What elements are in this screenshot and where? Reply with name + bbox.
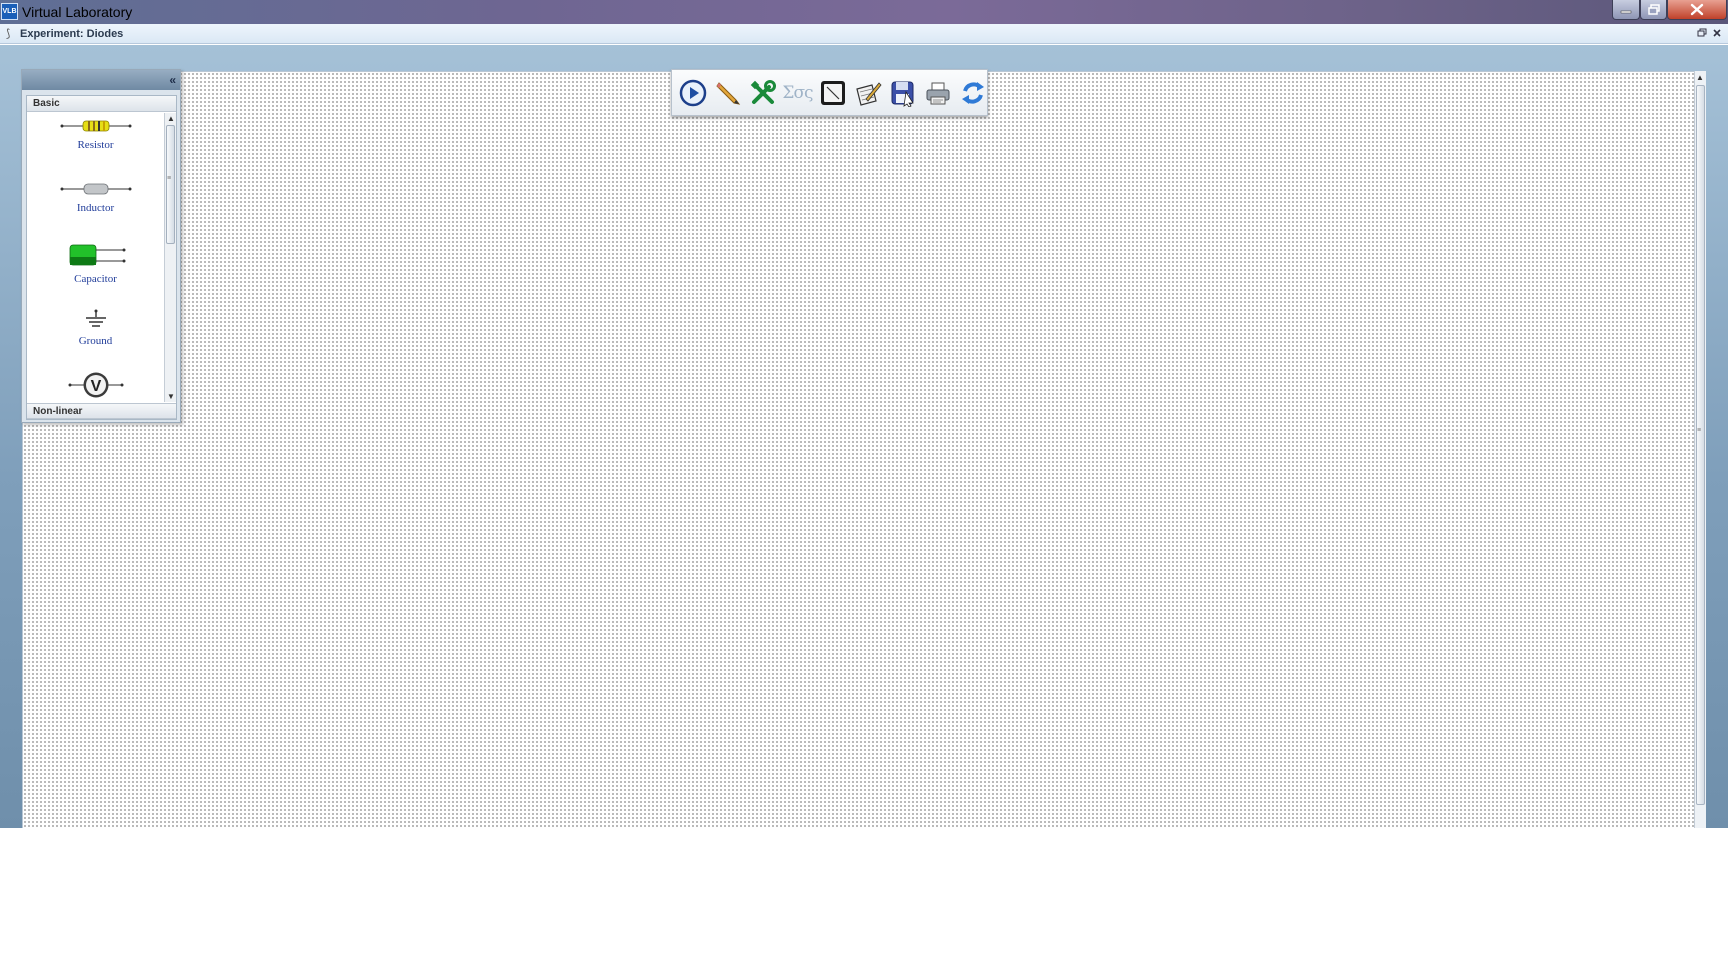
palette-body: Basic Resistor Inductor Capacitor Ground… bbox=[26, 95, 177, 420]
capacitor-icon bbox=[69, 244, 125, 266]
wrench-screwdriver-icon bbox=[750, 79, 776, 104]
refresh-icon bbox=[961, 81, 984, 104]
save-button[interactable] bbox=[888, 78, 917, 107]
double-chevron-left-icon[interactable]: « bbox=[169, 73, 176, 87]
palette-scrollbar[interactable]: ▲ ≡ ▼ bbox=[164, 113, 176, 402]
circuit-canvas[interactable] bbox=[22, 71, 1694, 828]
pencil-icon bbox=[715, 81, 740, 105]
ground-icon bbox=[85, 309, 106, 327]
palette-scrollbar-thumb[interactable] bbox=[166, 125, 175, 244]
printer-icon bbox=[926, 82, 949, 104]
scroll-up-icon[interactable]: ▲ bbox=[1696, 73, 1704, 82]
scrollbar-thumb[interactable] bbox=[1696, 85, 1705, 805]
maximize-button[interactable] bbox=[1640, 0, 1667, 20]
scroll-up-icon[interactable]: ▲ bbox=[167, 114, 175, 123]
oscilloscope-icon bbox=[820, 80, 845, 105]
notepad-icon bbox=[855, 81, 882, 106]
grip-icon: ≡ bbox=[1697, 427, 1702, 434]
component-inductor[interactable]: Inductor bbox=[27, 182, 164, 214]
restore-experiment-button[interactable] bbox=[1696, 28, 1708, 40]
grip-icon: ≡ bbox=[167, 175, 172, 182]
maximize-icon bbox=[1647, 4, 1660, 15]
palette-header: « bbox=[22, 70, 180, 90]
workspace: ▲ ≡ Σσς « Basic Resistor Inductor Capaci… bbox=[0, 45, 1728, 828]
close-experiment-button[interactable] bbox=[1711, 28, 1723, 40]
voltmeter-icon: V bbox=[68, 372, 123, 398]
component-label: Ground bbox=[78, 335, 113, 347]
print-button[interactable] bbox=[923, 78, 952, 107]
component-label: Capacitor bbox=[74, 273, 117, 285]
component-label: Resistor bbox=[77, 139, 114, 151]
scroll-down-icon[interactable]: ▼ bbox=[167, 392, 175, 401]
component-palette: « Basic Resistor Inductor Capacitor Grou… bbox=[21, 69, 181, 423]
close-button[interactable] bbox=[1667, 0, 1727, 20]
play-icon bbox=[679, 79, 706, 106]
window-titlebar: VLB Virtual Laboratory bbox=[0, 0, 1728, 24]
voltmeter-symbol: V bbox=[90, 378, 101, 395]
component-ground[interactable]: Ground bbox=[27, 309, 164, 347]
tools-button[interactable] bbox=[748, 78, 777, 107]
close-icon bbox=[1713, 29, 1721, 37]
inductor-icon bbox=[60, 183, 131, 195]
restore-icon bbox=[1697, 28, 1706, 37]
canvas-scrollbar[interactable]: ▲ ≡ bbox=[1694, 71, 1706, 828]
window-title: Virtual Laboratory bbox=[22, 4, 133, 20]
close-icon bbox=[1690, 3, 1704, 16]
section-nonlinear[interactable]: Non-linear bbox=[27, 403, 176, 419]
resistor-icon bbox=[60, 120, 131, 132]
save-icon bbox=[891, 81, 914, 107]
app-window: VLB Virtual Laboratory ⟆ Experiment: Dio… bbox=[0, 0, 1728, 828]
component-label: Inductor bbox=[76, 202, 115, 214]
component-resistor[interactable]: Resistor bbox=[27, 119, 164, 151]
component-list: Resistor Inductor Capacitor Ground V bbox=[27, 113, 164, 402]
minimize-icon bbox=[1620, 10, 1632, 13]
experiment-icon: ⟆ bbox=[6, 28, 11, 40]
run-button[interactable] bbox=[678, 78, 707, 107]
equations-button[interactable]: Σσς bbox=[782, 78, 813, 107]
sigma-icon: Σσς bbox=[782, 82, 813, 103]
notes-button[interactable] bbox=[853, 78, 882, 107]
refresh-button[interactable] bbox=[958, 78, 987, 107]
component-capacitor[interactable]: Capacitor bbox=[27, 243, 164, 285]
oscilloscope-button[interactable] bbox=[818, 78, 847, 107]
vlab-app-icon: VLB bbox=[1, 3, 18, 20]
experiment-title: Experiment: Diodes bbox=[20, 28, 124, 40]
minimize-button[interactable] bbox=[1612, 0, 1640, 20]
wire-tool-button[interactable] bbox=[713, 78, 742, 107]
main-toolbar: Σσς bbox=[671, 69, 988, 116]
section-basic[interactable]: Basic bbox=[27, 96, 176, 112]
experiment-header: ⟆ Experiment: Diodes bbox=[0, 24, 1728, 44]
component-voltmeter[interactable]: V bbox=[27, 370, 164, 402]
